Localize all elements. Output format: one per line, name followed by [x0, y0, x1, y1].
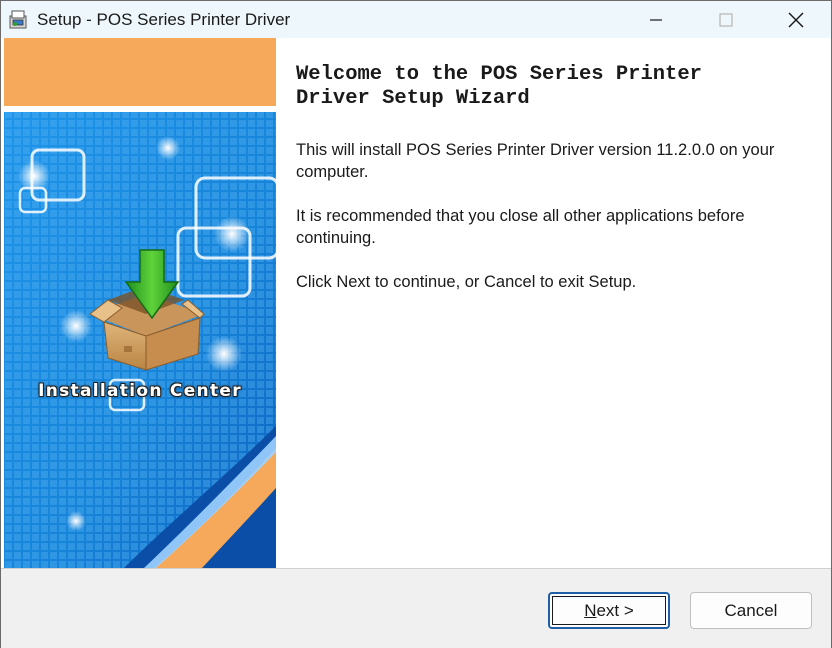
banner-caption: Installation Center	[38, 381, 242, 401]
install-info-text: This will install POS Series Printer Dri…	[296, 141, 775, 181]
wizard-banner-image: Installation Center	[4, 38, 276, 568]
cancel-button-label: Cancel	[724, 600, 778, 620]
close-button[interactable]	[761, 1, 831, 38]
welcome-heading-line1: Welcome to the POS Series Printer	[296, 63, 702, 86]
next-button[interactable]: Next >	[548, 592, 670, 629]
cancel-button[interactable]: Cancel	[690, 592, 812, 629]
welcome-heading-line2: Driver Setup Wizard	[296, 87, 530, 110]
maximize-button[interactable]	[691, 1, 761, 38]
button-bar: Next > Cancel	[1, 569, 831, 648]
maximize-icon	[719, 12, 733, 27]
next-button-accelerator: N	[584, 600, 597, 620]
title-bar[interactable]: Setup - POS Series Printer Driver	[1, 1, 831, 38]
welcome-panel: Welcome to the POS Series Printer Driver…	[296, 63, 811, 291]
close-apps-text: It is recommended that you close all oth…	[296, 207, 745, 247]
minimize-icon	[649, 13, 663, 27]
window-title: Setup - POS Series Printer Driver	[37, 10, 291, 29]
setup-window: Setup - POS Series Printer Driver Instal…	[0, 0, 832, 648]
welcome-heading: Welcome to the POS Series Printer Driver…	[296, 63, 811, 111]
setup-app-icon	[7, 8, 29, 30]
next-button-focus-rect: Next >	[552, 596, 666, 625]
minimize-button[interactable]	[621, 1, 691, 38]
continue-instructions-text: Click Next to continue, or Cancel to exi…	[296, 273, 637, 291]
next-button-label: ext >	[596, 600, 634, 620]
close-icon	[788, 12, 804, 28]
